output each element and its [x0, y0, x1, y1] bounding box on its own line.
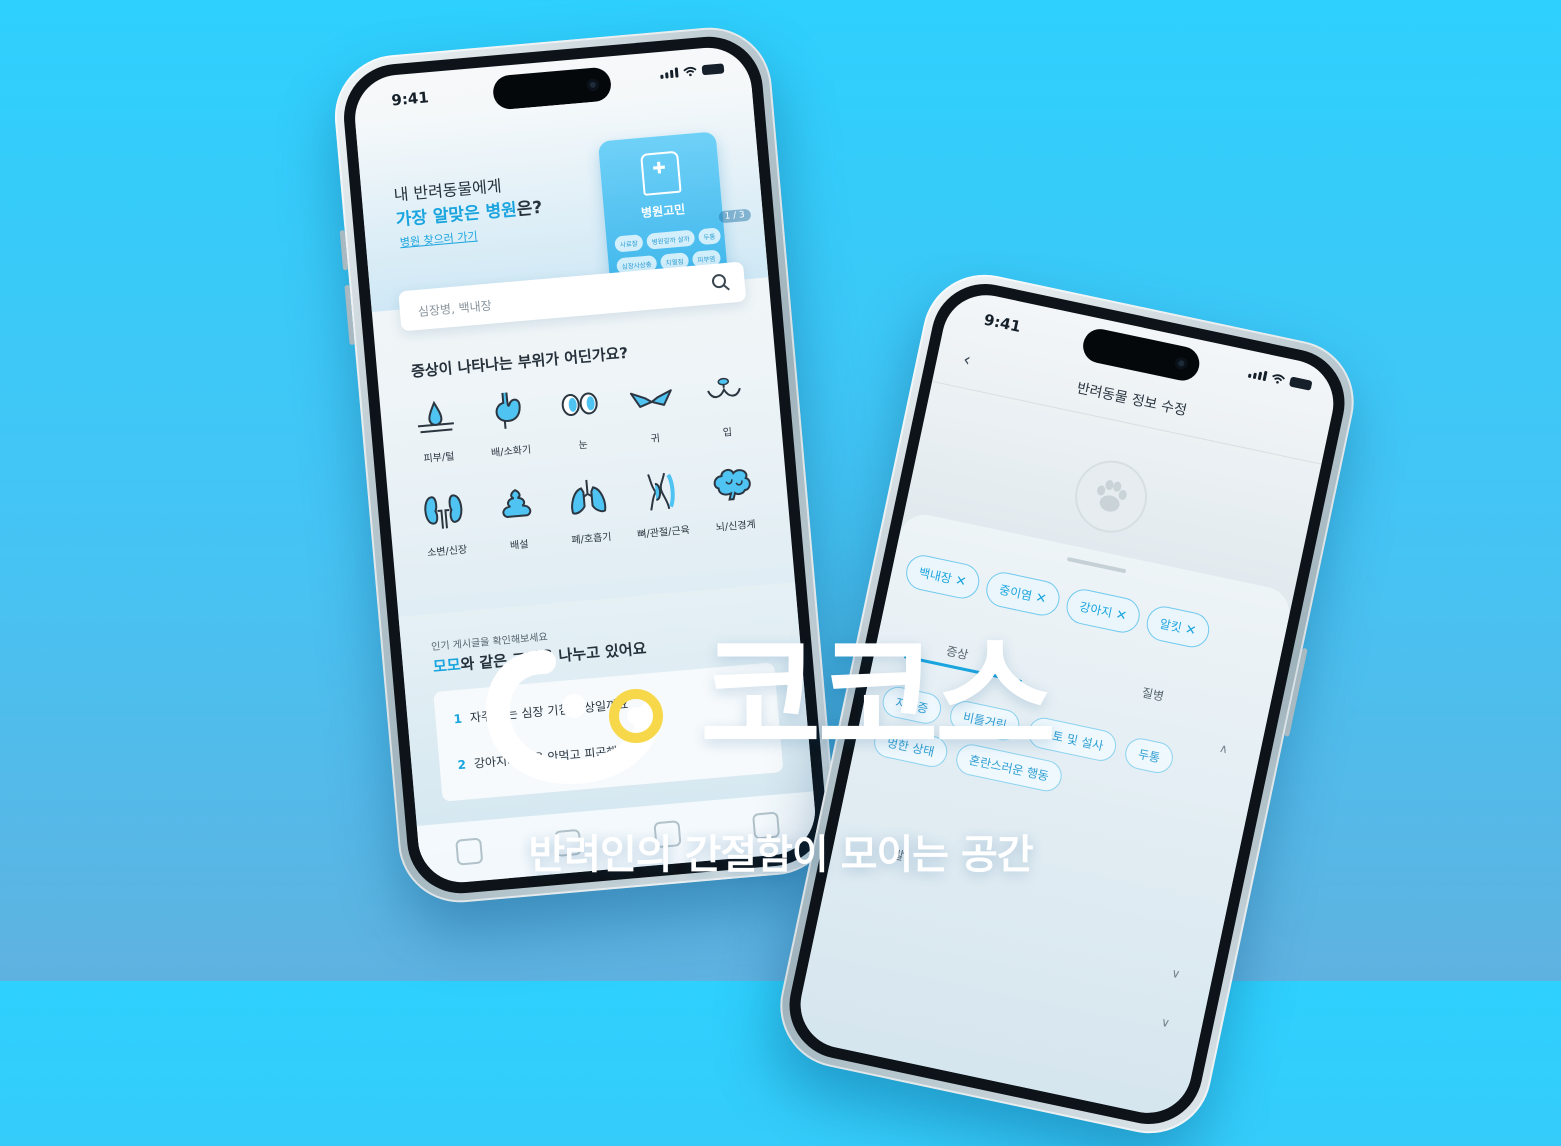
- tag-label: 강아지: [1078, 599, 1114, 621]
- category-lungs[interactable]: 폐/호흡기: [550, 473, 629, 559]
- stethoscope-logo-icon: [486, 650, 663, 784]
- sheet-handle[interactable]: [1066, 556, 1127, 574]
- status-time: 9:41: [390, 88, 430, 110]
- post-rank: 2: [457, 757, 467, 773]
- selected-tag[interactable]: 강아지✕: [1063, 586, 1144, 636]
- category-label: 폐/호흡기: [570, 531, 612, 547]
- category-brain[interactable]: 뇌/신경계: [694, 460, 773, 546]
- bone-icon: [647, 472, 676, 511]
- dynamic-island: [1079, 325, 1203, 384]
- eye-icon: [561, 392, 598, 417]
- logo-wordmark: 코코스: [700, 621, 1056, 775]
- hospital-icon: ✚: [640, 150, 682, 196]
- hero-accent: 가장 알맞은 병원: [395, 200, 518, 231]
- search-placeholder: 심장병, 백내장: [417, 298, 493, 319]
- category-kidney[interactable]: 소변/신장: [406, 485, 485, 571]
- card-chip: 두통: [697, 227, 722, 246]
- selected-tag[interactable]: 중이염✕: [983, 569, 1063, 619]
- close-icon[interactable]: ✕: [1034, 590, 1048, 607]
- status-icons: [660, 63, 725, 79]
- tag-label: 중이염: [997, 582, 1034, 604]
- category-stomach[interactable]: 배/소화기: [470, 385, 549, 471]
- category-eye[interactable]: 눈: [542, 379, 621, 465]
- bottom-sheet: 백내장✕ 중이염✕ 강아지✕ 알킷✕ 증상 질병 ∧ 지럼증 비틀거림 구토 및…: [792, 510, 1295, 1121]
- category-bone[interactable]: 뼈/관절/근육: [622, 466, 701, 552]
- symptom-chip[interactable]: 두통: [1122, 735, 1176, 776]
- wifi-icon: [1272, 374, 1286, 384]
- battery-icon: [701, 63, 725, 76]
- card-chip: 병원갈까 살까: [646, 229, 696, 250]
- stomach-icon: [495, 392, 521, 429]
- category-label: 소변/신장: [426, 544, 468, 560]
- hospital-card-title: 병원고민: [640, 202, 686, 221]
- category-label: 귀: [650, 433, 661, 446]
- signal-icon: [660, 67, 679, 79]
- tag-label: 백내장: [917, 565, 953, 587]
- category-grid: 피부/털 배/소화기 눈 귀 입 소변/신장 배설 폐/호흡기 뼈/관절/근육 …: [397, 367, 773, 572]
- status-icons: [1247, 368, 1313, 391]
- search-icon[interactable]: [710, 272, 732, 294]
- volume-button: [339, 230, 349, 271]
- brand-logo: 코코스: [486, 632, 1096, 789]
- close-icon[interactable]: ✕: [954, 573, 968, 590]
- signal-icon: [1247, 368, 1268, 382]
- hero-rest: 은?: [515, 197, 544, 220]
- brain-icon: [713, 468, 751, 501]
- skin-icon: [418, 400, 455, 434]
- category-label: 피부/털: [423, 451, 455, 466]
- lungs-icon: [571, 479, 607, 515]
- selected-tag[interactable]: 백내장✕: [902, 552, 983, 602]
- close-icon[interactable]: ✕: [1184, 622, 1198, 639]
- categories-title: 증상이 나타나는 부위가 어딘가요?: [410, 343, 629, 381]
- card-chips-row: 사료잘 병원갈까 살까 두통: [614, 227, 722, 253]
- selected-tag[interactable]: 알킷✕: [1143, 603, 1213, 651]
- ear-icon: [630, 389, 673, 408]
- tagline: 반려인의 간절함이 모이는 공간: [528, 832, 1033, 878]
- category-label: 배설: [509, 539, 530, 552]
- post-rank: 1: [453, 711, 463, 727]
- find-hospital-link[interactable]: 병원 찾으러 가기: [399, 228, 478, 251]
- mouth-icon: [706, 377, 741, 399]
- chevron-down-icon[interactable]: ∨: [1160, 1015, 1172, 1031]
- kidney-icon: [424, 494, 463, 529]
- camera-icon: [586, 78, 600, 92]
- banner-pager: 1 / 3: [718, 208, 752, 224]
- wifi-icon: [683, 66, 697, 77]
- paw-icon: [1097, 480, 1127, 512]
- category-label: 뇌/신경계: [715, 519, 757, 534]
- camera-icon: [1174, 356, 1189, 371]
- category-poop[interactable]: 배설: [478, 479, 557, 565]
- tab-disease[interactable]: 질병: [1140, 684, 1166, 705]
- chevron-down-icon[interactable]: ∨: [1170, 966, 1182, 982]
- battery-icon: [1288, 376, 1313, 391]
- poop-icon: [502, 489, 531, 519]
- category-label: 눈: [578, 439, 589, 452]
- card-chip: 사료잘: [614, 234, 644, 253]
- category-label: 배/소화기: [490, 444, 532, 460]
- category-label: 입: [722, 427, 733, 439]
- status-time: 9:41: [982, 310, 1023, 336]
- category-mouth[interactable]: 입: [686, 367, 765, 453]
- pet-avatar[interactable]: [1068, 453, 1154, 540]
- tag-label: 알킷: [1158, 616, 1183, 635]
- volume-button: [344, 284, 355, 346]
- category-skin[interactable]: 피부/털: [397, 392, 476, 478]
- close-icon[interactable]: ✕: [1114, 607, 1128, 624]
- category-ear[interactable]: 귀: [614, 373, 693, 459]
- pet-name: 모모: [432, 655, 462, 676]
- category-label: 뼈/관절/근육: [636, 525, 691, 541]
